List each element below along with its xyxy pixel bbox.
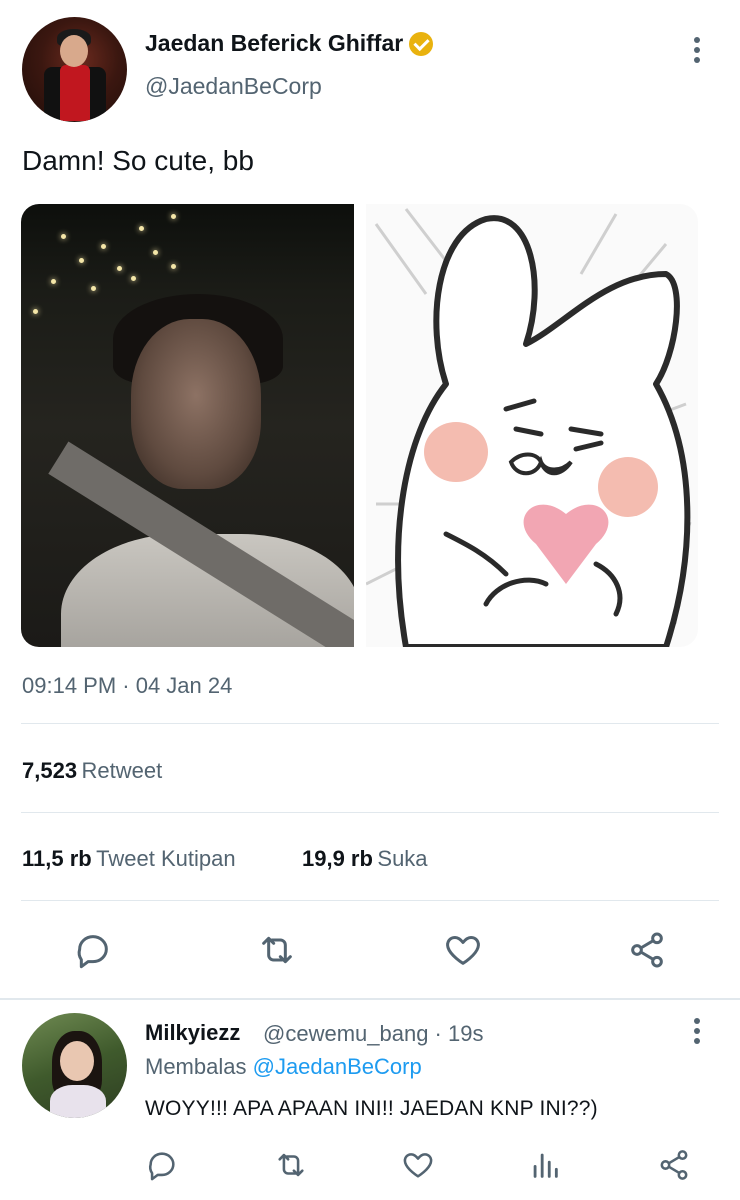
retweet-label: Retweet bbox=[81, 758, 163, 783]
author-name-row[interactable]: Jaedan Beferick Ghiffar bbox=[145, 30, 434, 57]
author-avatar[interactable] bbox=[22, 17, 127, 122]
like-icon[interactable] bbox=[443, 930, 483, 970]
tweet-timestamp[interactable]: 09:14 PM · 04 Jan 24 bbox=[22, 673, 232, 699]
divider bbox=[21, 812, 719, 813]
like-stat[interactable]: 19,9 rb Suka bbox=[302, 846, 428, 872]
reply-retweet-icon[interactable] bbox=[274, 1148, 308, 1182]
more-options-icon[interactable] bbox=[690, 37, 704, 67]
tweet-photo-selfie[interactable] bbox=[21, 204, 354, 647]
like-label: Suka bbox=[377, 846, 428, 871]
quote-count: 11,5 rb bbox=[22, 846, 92, 871]
divider bbox=[21, 900, 719, 901]
reply-share-icon[interactable] bbox=[657, 1148, 691, 1182]
replying-to-mention[interactable]: @JaedanBeCorp bbox=[253, 1054, 422, 1079]
author-handle[interactable]: @JaedanBeCorp bbox=[145, 73, 322, 100]
reply-text: WOYY!!! APA APAAN INI!! JAEDAN KNP INI??… bbox=[145, 1097, 598, 1120]
reply-like-icon[interactable] bbox=[401, 1148, 435, 1182]
retweet-count: 7,523 bbox=[22, 758, 78, 783]
share-icon[interactable] bbox=[627, 930, 667, 970]
retweet-icon[interactable] bbox=[257, 930, 297, 970]
reply-more-options-icon[interactable] bbox=[690, 1018, 704, 1048]
divider bbox=[21, 723, 719, 724]
reply-author-avatar[interactable] bbox=[22, 1013, 127, 1118]
tweet-text: Damn! So cute, bb bbox=[22, 145, 254, 176]
quote-label: Tweet Kutipan bbox=[96, 846, 236, 871]
reply-reply-icon[interactable] bbox=[145, 1148, 179, 1182]
quote-stat[interactable]: 11,5 rb Tweet Kutipan bbox=[22, 846, 236, 872]
verified-badge-icon bbox=[409, 31, 434, 56]
reply-analytics-icon[interactable] bbox=[528, 1148, 562, 1182]
author-display-name[interactable]: Jaedan Beferick Ghiffar bbox=[145, 30, 403, 57]
replying-to: Membalas @JaedanBeCorp bbox=[145, 1054, 422, 1080]
replying-to-prefix: Membalas bbox=[145, 1054, 247, 1079]
reply-author-handle[interactable]: @cewemu_bang · 19s bbox=[263, 1021, 483, 1047]
section-divider bbox=[0, 998, 740, 1000]
retweet-stat[interactable]: 7,523 Retweet bbox=[22, 758, 162, 784]
reply-icon[interactable] bbox=[73, 930, 113, 970]
reply-author-name[interactable]: Milkyiezz bbox=[145, 1020, 240, 1046]
like-count: 19,9 rb bbox=[302, 846, 373, 871]
tweet-photo-bunny-sticker[interactable] bbox=[366, 204, 698, 647]
